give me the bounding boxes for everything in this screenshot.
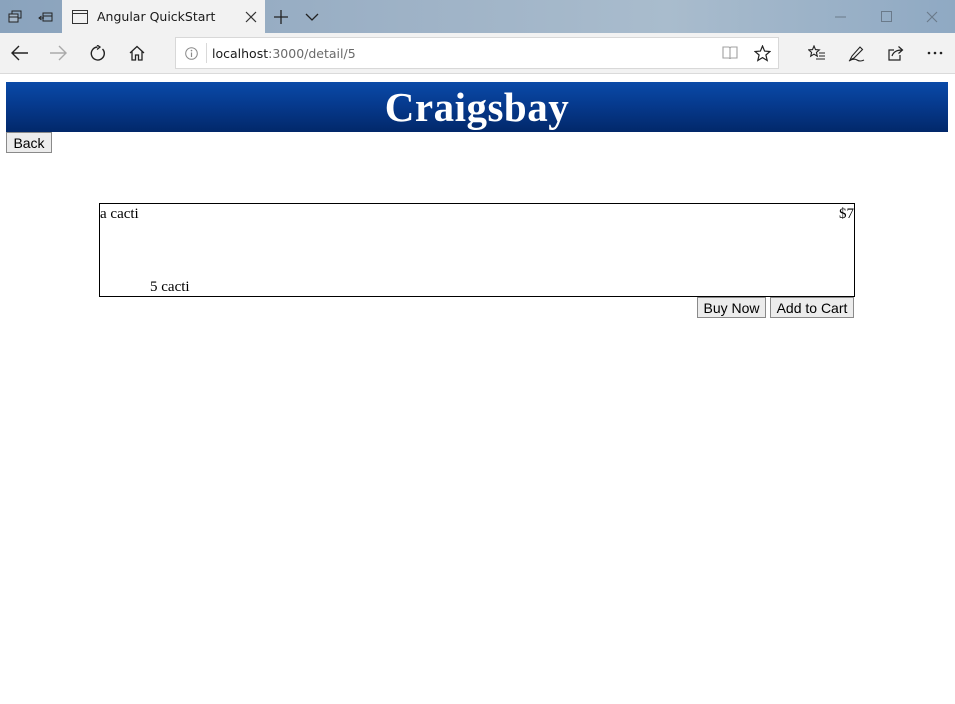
share-icon[interactable] bbox=[875, 33, 915, 73]
buy-now-button[interactable]: Buy Now bbox=[697, 297, 766, 318]
address-divider bbox=[206, 43, 207, 63]
item-description: 5 cacti bbox=[150, 279, 190, 295]
page-icon bbox=[72, 9, 88, 25]
item-detail-card: a cacti $7 5 cacti bbox=[99, 203, 855, 297]
maximize-icon[interactable] bbox=[863, 0, 909, 33]
arrow-left-icon[interactable] bbox=[0, 33, 40, 73]
site-title: Craigsbay bbox=[384, 84, 570, 130]
url-host: localhost bbox=[212, 45, 269, 61]
star-icon[interactable] bbox=[746, 37, 778, 69]
chevron-down-icon[interactable] bbox=[297, 0, 327, 33]
item-name: a cacti bbox=[100, 206, 139, 222]
tab-title: Angular QuickStart bbox=[97, 9, 216, 24]
favorites-list-icon[interactable] bbox=[797, 33, 837, 73]
plus-icon[interactable] bbox=[266, 0, 296, 33]
info-icon[interactable] bbox=[176, 46, 206, 60]
close-tab-icon[interactable] bbox=[237, 0, 265, 33]
browser-tab-bar: Angular QuickStart bbox=[0, 0, 955, 33]
close-window-icon[interactable] bbox=[909, 0, 955, 33]
more-icon[interactable] bbox=[915, 33, 955, 73]
url-path: :3000/detail/5 bbox=[268, 45, 356, 61]
site-header: Craigsbay bbox=[6, 82, 948, 132]
url-text[interactable]: localhost:3000/detail/5 bbox=[212, 46, 714, 61]
book-icon[interactable] bbox=[714, 37, 746, 69]
refresh-icon[interactable] bbox=[77, 33, 117, 73]
item-price: $7 bbox=[839, 206, 854, 222]
arrow-right-icon[interactable] bbox=[38, 33, 78, 73]
address-bar[interactable]: localhost:3000/detail/5 bbox=[175, 37, 779, 69]
browser-toolbar: localhost:3000/detail/5 bbox=[0, 33, 955, 74]
tab-angular-quickstart[interactable]: Angular QuickStart bbox=[62, 0, 265, 33]
home-icon[interactable] bbox=[117, 33, 157, 73]
pen-icon[interactable] bbox=[836, 33, 876, 73]
minimize-icon[interactable] bbox=[817, 0, 863, 33]
back-button[interactable]: Back bbox=[6, 132, 52, 153]
set-aside-icon[interactable] bbox=[31, 0, 61, 33]
tabs-aside-icon[interactable] bbox=[0, 0, 30, 33]
add-to-cart-button[interactable]: Add to Cart bbox=[770, 297, 854, 318]
